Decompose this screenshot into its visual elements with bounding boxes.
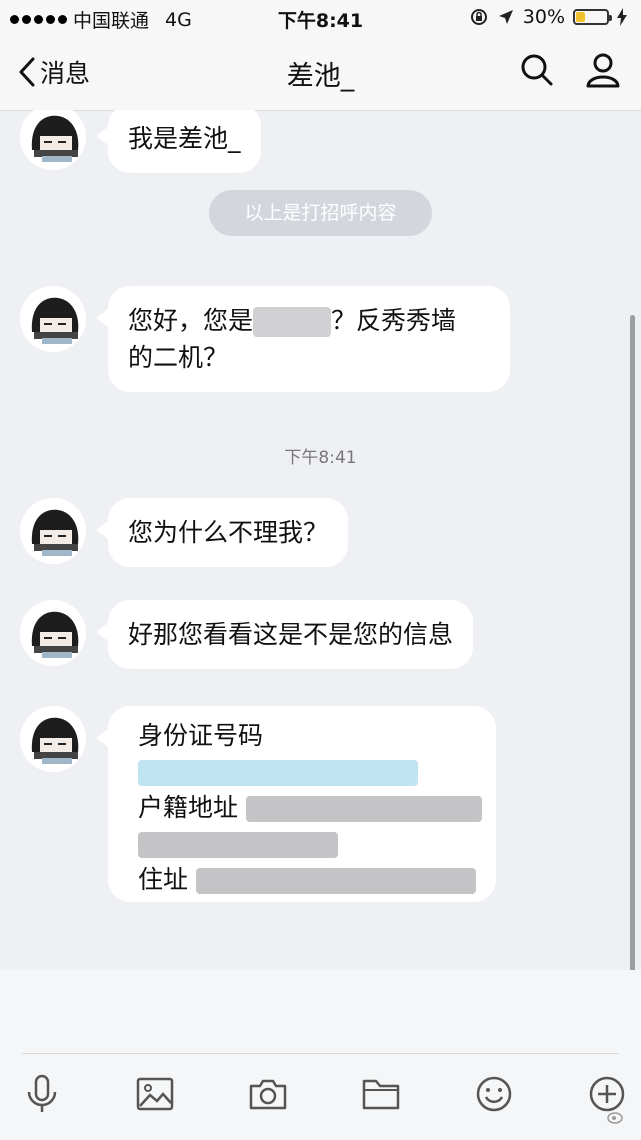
- message-text: ？反秀秀墙: [331, 306, 457, 335]
- message-text: 您好，您是: [128, 306, 254, 335]
- chat-area[interactable]: 我是差池_ 以上是打招呼内容 您好，您是 ？反秀秀墙 的二机？ 下午8:41 您为…: [0, 110, 641, 970]
- system-notice: 以上是打招呼内容: [209, 190, 432, 236]
- camera-icon: [249, 1079, 287, 1110]
- avatar[interactable]: [20, 286, 86, 352]
- profile-icon[interactable]: [585, 52, 621, 88]
- voice-button[interactable]: [20, 1072, 64, 1116]
- emoji-button[interactable]: [472, 1072, 516, 1116]
- plus-icon: [589, 1076, 625, 1112]
- redacted-name: [253, 307, 332, 337]
- camera-button[interactable]: [246, 1072, 290, 1116]
- message-bubble[interactable]: 您好，您是 ？反秀秀墙 的二机？: [96, 286, 510, 392]
- watermark: [607, 1110, 625, 1128]
- avatar-image: [20, 286, 86, 352]
- message-row: 您为什么不理我？: [20, 498, 349, 567]
- message-row: 您好，您是 ？反秀秀墙 的二机？: [20, 286, 510, 392]
- scrollbar[interactable]: [630, 315, 635, 970]
- message-bubble[interactable]: 好那您看看这是不是您的信息: [95, 600, 474, 669]
- avatar-image: [20, 498, 86, 564]
- rotation-lock-icon: [470, 9, 487, 25]
- card-address-label: 户籍地址: [138, 793, 239, 822]
- avatar-image: [20, 600, 86, 666]
- message-text: 的二机？: [128, 343, 229, 372]
- image-icon: [136, 1077, 174, 1111]
- redacted-address: [138, 832, 338, 858]
- location-icon: [498, 10, 513, 24]
- battery-icon: [573, 9, 612, 25]
- avatar[interactable]: [20, 498, 86, 564]
- status-bar: 中国联通 4G 下午8:41 30%: [0, 0, 641, 34]
- message-row: 我是差池_: [20, 110, 261, 173]
- message-timestamp: 下午8:41: [284, 448, 357, 468]
- avatar[interactable]: [20, 706, 86, 772]
- image-button[interactable]: [133, 1072, 177, 1116]
- redacted-residence: [196, 868, 477, 894]
- card-residence-label: 住址: [138, 865, 189, 894]
- microphone-icon: [27, 1074, 57, 1112]
- battery-percent: 30%: [522, 6, 565, 28]
- message-row: 好那您看看这是不是您的信息: [20, 600, 474, 669]
- message-row: 身份证号码 户籍地址 住址: [20, 706, 496, 902]
- nav-bar: 消息 差池_: [0, 34, 641, 111]
- text-input-field[interactable]: [22, 1053, 619, 1054]
- charging-icon: [617, 8, 627, 26]
- emoji-icon: [476, 1076, 512, 1112]
- card-id-label: 身份证号码: [138, 721, 264, 750]
- folder-icon: [362, 1079, 400, 1110]
- message-bubble[interactable]: 我是差池_: [96, 110, 261, 173]
- file-button[interactable]: [359, 1072, 403, 1116]
- avatar[interactable]: [20, 110, 86, 170]
- input-toolbar: [0, 970, 641, 1140]
- avatar-image: [20, 110, 86, 170]
- avatar[interactable]: [20, 600, 86, 666]
- redacted-id-number: [138, 760, 418, 786]
- avatar-image: [20, 706, 86, 772]
- search-icon[interactable]: [519, 52, 555, 88]
- message-bubble[interactable]: 您为什么不理我？: [95, 498, 349, 567]
- weibo-icon: [607, 1112, 623, 1124]
- redacted-address: [246, 796, 483, 822]
- id-info-card[interactable]: 身份证号码 户籍地址 住址: [96, 706, 496, 902]
